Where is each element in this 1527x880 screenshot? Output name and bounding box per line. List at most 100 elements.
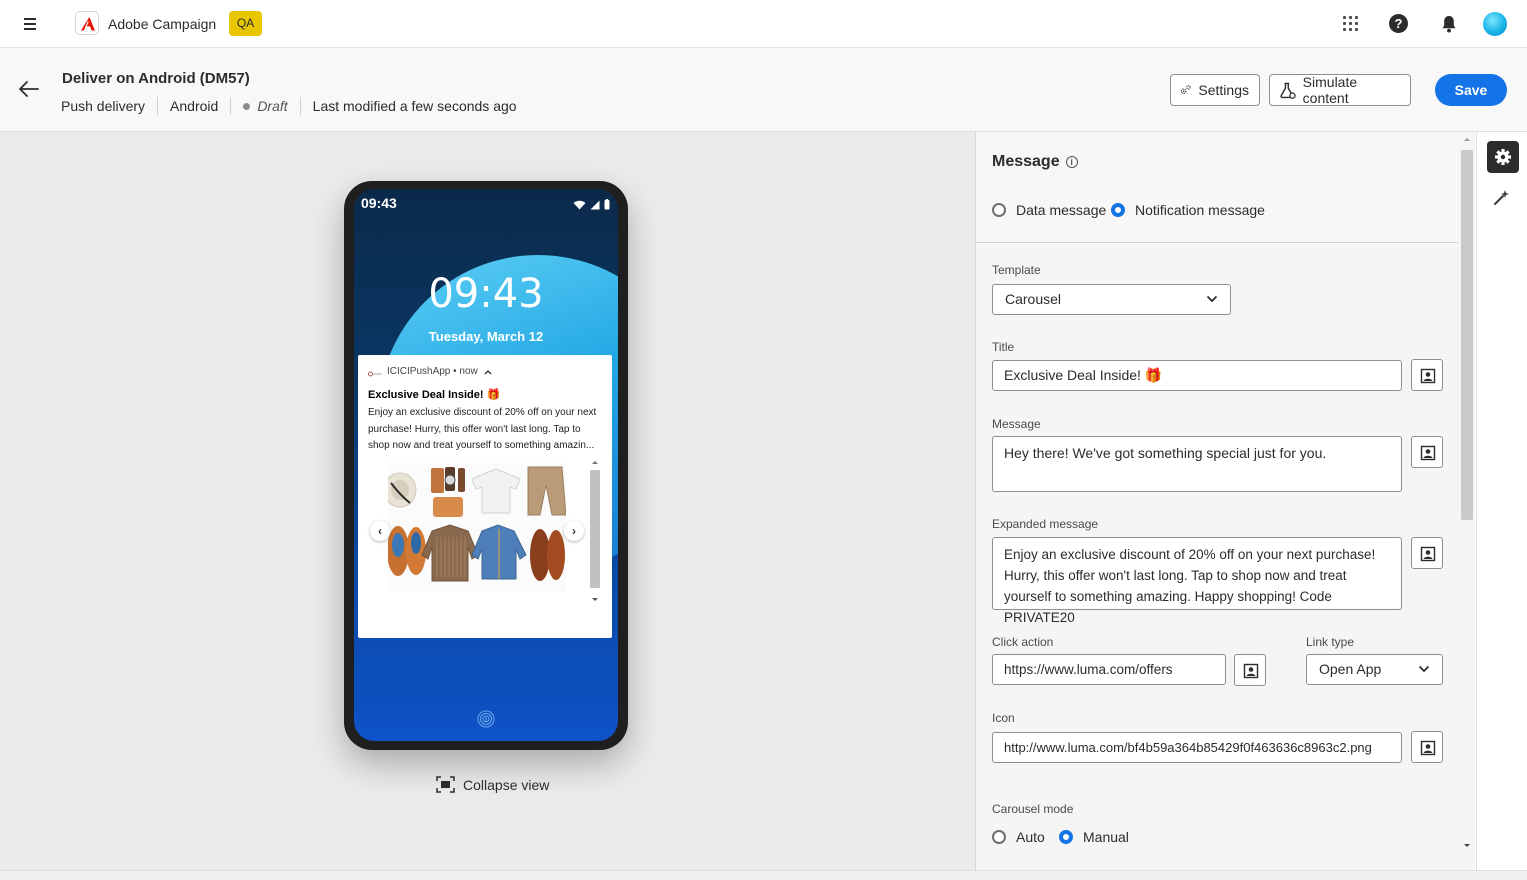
wifi-icon — [573, 200, 586, 209]
notification-app-line: ICICIPushApp • now — [368, 366, 493, 377]
link-type-label: Link type — [1306, 635, 1355, 649]
radio-button[interactable] — [992, 830, 1006, 844]
lockscreen-date: Tuesday, March 12 — [428, 329, 544, 344]
radio-label: Data message — [1016, 202, 1107, 218]
click-action-input[interactable]: https://www.luma.com/offers — [992, 654, 1226, 685]
personalization-icon — [1243, 663, 1259, 679]
app-icon — [368, 369, 382, 376]
radio-data-message[interactable]: Data message — [992, 202, 1106, 218]
title-input[interactable]: Exclusive Deal Inside! 🎁 — [992, 360, 1402, 391]
message-type-section: Message i Data message Notification mess… — [976, 132, 1458, 243]
status-dot-icon — [243, 102, 251, 110]
back-arrow-icon[interactable] — [18, 80, 40, 98]
expanded-message-label: Expanded message — [992, 517, 1099, 531]
notification-scrollbar[interactable] — [588, 458, 602, 606]
channel-label: Push delivery — [61, 98, 146, 114]
link-type-value: Open App — [1319, 661, 1382, 677]
last-modified-label: Last modified a few seconds ago — [312, 98, 517, 114]
personalization-icon — [1420, 445, 1436, 461]
personalize-icon-button[interactable] — [1411, 731, 1443, 763]
phone-screen: 09:43 09:43 Tuesday, March 12 ICICIPushA… — [354, 189, 618, 741]
panel-title: Message i — [992, 153, 1078, 171]
template-dropdown[interactable]: Carousel — [992, 284, 1231, 315]
status-bar-icons — [573, 199, 610, 210]
personalization-icon — [1420, 368, 1436, 384]
icon-label: Icon — [992, 711, 1015, 725]
apps-grid-icon[interactable] — [1339, 12, 1363, 36]
simulate-label: Simulate content — [1302, 74, 1358, 106]
lockscreen-time: 09:43 — [428, 271, 544, 317]
notification-app-name: ICICIPushApp • now — [387, 366, 478, 377]
carousel-mode-label: Carousel mode — [992, 802, 1074, 816]
panel-scrollbar-thumb[interactable] — [1461, 150, 1473, 520]
message-panel: Message i Data message Notification mess… — [975, 132, 1475, 870]
collapse-view-button[interactable]: Collapse view — [436, 776, 549, 793]
simulate-content-button[interactable]: Simulate content — [1269, 74, 1411, 106]
save-button[interactable]: Save — [1435, 74, 1507, 106]
bottom-bar — [0, 870, 1527, 880]
message-label: Message — [992, 417, 1041, 431]
personalize-expanded-button[interactable] — [1411, 537, 1443, 569]
clothing-flatlay-image — [388, 463, 566, 591]
template-label: Template — [992, 263, 1041, 277]
carousel-prev-button[interactable]: ‹ — [370, 521, 390, 541]
chevron-down-icon — [1206, 295, 1218, 303]
collapse-icon — [436, 776, 455, 793]
personalize-title-button[interactable] — [1411, 359, 1443, 391]
magic-wand-icon[interactable] — [1493, 188, 1511, 209]
right-rail — [1476, 132, 1527, 870]
delivery-meta: Push delivery Android Draft Last modifie… — [61, 97, 517, 115]
phone-frame: 09:43 09:43 Tuesday, March 12 ICICIPushA… — [344, 181, 628, 750]
battery-icon — [604, 199, 610, 210]
settings-button[interactable]: Settings — [1170, 74, 1260, 106]
adobe-logo[interactable] — [75, 11, 99, 35]
notification-body: Enjoy an exclusive discount of 20% off o… — [368, 407, 597, 451]
radio-button-selected[interactable] — [1111, 203, 1125, 217]
template-value: Carousel — [1005, 291, 1062, 307]
personalize-message-button[interactable] — [1411, 436, 1443, 468]
chevron-down-icon — [1418, 665, 1430, 673]
carousel-image — [388, 463, 566, 591]
status-label: Draft — [257, 98, 288, 114]
environment-badge: QA — [229, 11, 262, 36]
message-textarea[interactable]: Hey there! We've got something special j… — [992, 436, 1402, 492]
collapse-label: Collapse view — [463, 776, 550, 793]
status-bar-time: 09:43 — [361, 195, 397, 211]
info-icon[interactable]: i — [1065, 156, 1078, 168]
carousel-next-button[interactable]: › — [564, 521, 584, 541]
notification-title: Exclusive Deal Inside! 🎁 — [368, 389, 501, 401]
push-notification-card[interactable]: ICICIPushApp • now Exclusive Deal Inside… — [358, 355, 612, 638]
help-icon[interactable]: ? — [1389, 14, 1408, 33]
radio-label: Auto — [1016, 829, 1045, 845]
personalization-icon — [1420, 546, 1436, 562]
flask-icon — [1280, 82, 1296, 99]
platform-label: Android — [170, 98, 219, 114]
personalization-icon — [1420, 740, 1436, 756]
radio-button-selected[interactable] — [1059, 830, 1073, 844]
panel-title-label: Message — [992, 153, 1060, 170]
settings-gear-icon — [1180, 85, 1191, 95]
notifications-bell-icon[interactable] — [1437, 12, 1461, 36]
chevron-up-icon[interactable] — [483, 368, 493, 376]
properties-gear-icon[interactable] — [1487, 141, 1519, 173]
preview-area: 09:43 09:43 Tuesday, March 12 ICICIPushA… — [0, 132, 975, 870]
link-type-dropdown[interactable]: Open App — [1306, 654, 1443, 685]
fingerprint-icon — [476, 709, 496, 729]
divider — [157, 97, 159, 115]
radio-carousel-manual[interactable]: Manual — [1059, 829, 1129, 845]
title-label: Title — [992, 340, 1015, 354]
radio-carousel-auto[interactable]: Auto — [992, 829, 1045, 845]
expanded-message-textarea[interactable]: Enjoy an exclusive discount of 20% off o… — [992, 537, 1402, 625]
radio-button[interactable] — [992, 203, 1006, 217]
signal-icon — [590, 200, 600, 209]
user-avatar[interactable] — [1483, 12, 1507, 36]
settings-label: Settings — [1198, 82, 1249, 98]
click-action-label: Click action — [992, 635, 1054, 649]
radio-notification-message[interactable]: Notification message — [1111, 202, 1265, 218]
personalize-click-action-button[interactable] — [1234, 654, 1266, 686]
icon-url-input[interactable]: http://www.luma.com/bf4b59a364b85429f0f4… — [992, 732, 1402, 763]
menu-icon[interactable] — [22, 16, 40, 32]
app-name[interactable]: Adobe Campaign — [108, 16, 216, 32]
radio-label: Manual — [1083, 829, 1129, 845]
status-badge: Draft — [243, 98, 288, 114]
